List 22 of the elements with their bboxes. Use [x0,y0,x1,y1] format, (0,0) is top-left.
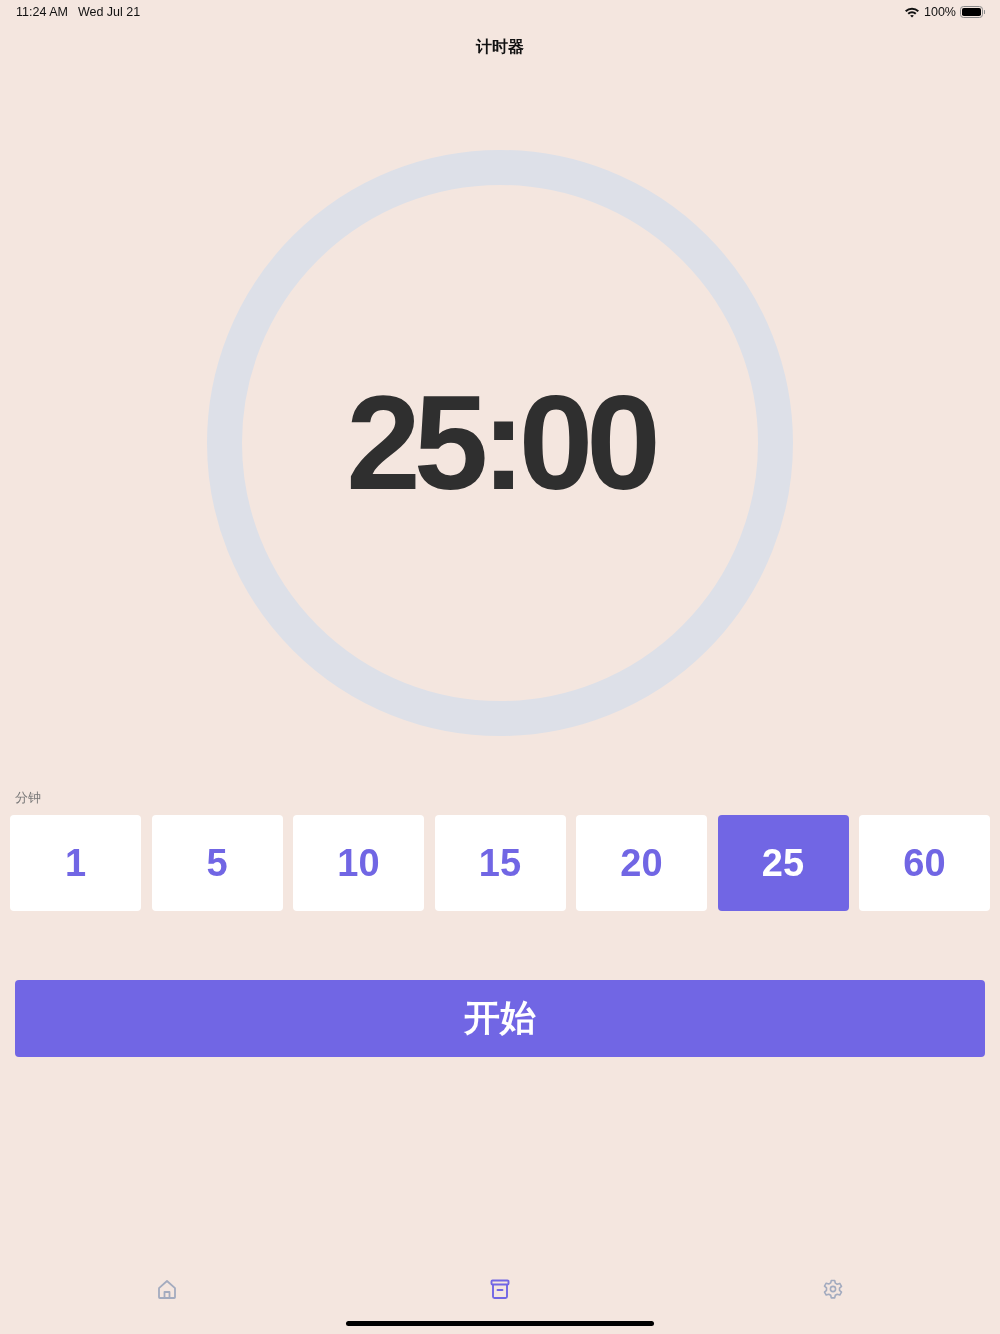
minute-option-button[interactable]: 15 [434,815,566,911]
minute-option-button[interactable]: 1 [10,815,141,911]
tab-button[interactable] [822,1278,845,1300]
screen-title: 计时器 [476,37,524,57]
archive-box-icon [489,1278,511,1300]
status-time: 11:24 AM [16,4,68,20]
battery-icon [960,6,985,18]
minute-option-button[interactable]: 25 [717,815,849,911]
minute-option-button[interactable]: 5 [151,815,283,911]
tab-button[interactable] [489,1278,511,1300]
start-button[interactable]: 开始 [15,980,985,1057]
battery-percentage: 100% [924,4,956,20]
home-icon [155,1278,178,1300]
status-date: Wed Jul 21 [77,4,141,20]
wifi-icon [904,6,920,18]
tab-button[interactable] [155,1278,178,1300]
timer-display: 25:00 [346,373,654,513]
minute-option-button[interactable]: 60 [859,815,990,911]
minute-option-button[interactable]: 20 [576,815,707,911]
settings-icon [822,1278,845,1300]
minute-option-button[interactable]: 10 [293,815,424,911]
minutes-label: 分钟 [15,789,41,807]
